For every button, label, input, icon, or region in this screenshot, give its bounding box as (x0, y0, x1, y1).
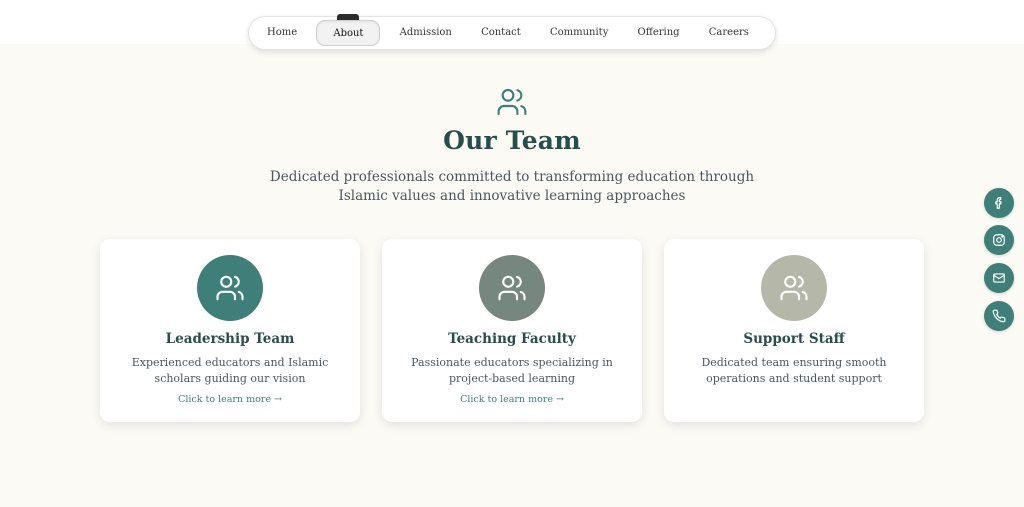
nav-home[interactable]: Home (257, 20, 307, 46)
card-leadership-team[interactable]: Leadership Team Experienced educators an… (100, 239, 360, 422)
card-title: Support Staff (743, 331, 845, 347)
phone-icon (992, 309, 1006, 323)
instagram-icon (993, 234, 1005, 246)
users-icon (498, 275, 526, 301)
card-teaching-faculty[interactable]: Teaching Faculty Passionate educators sp… (382, 239, 642, 422)
facebook-button[interactable] (984, 188, 1014, 218)
learn-more-link[interactable]: Click to learn more → (382, 394, 642, 405)
page-title: Our Team (443, 126, 581, 155)
facebook-icon (995, 197, 1002, 209)
users-icon (497, 88, 527, 116)
card-description: Passionate educators specializing in pro… (411, 356, 613, 385)
instagram-button[interactable] (984, 225, 1014, 255)
card-title: Leadership Team (165, 331, 295, 347)
phone-button[interactable] (984, 301, 1014, 331)
nav-about[interactable]: About (316, 20, 381, 46)
mail-icon (993, 273, 1005, 283)
nav-careers[interactable]: Careers (699, 20, 759, 46)
mail-button[interactable] (984, 263, 1014, 293)
card-description: Experienced educators and Islamic schola… (131, 356, 329, 385)
users-icon (216, 275, 244, 301)
users-icon (780, 275, 808, 301)
card-avatar (197, 255, 263, 321)
nav-community[interactable]: Community (540, 20, 618, 46)
page-subtitle: Dedicated professionals committed to tra… (269, 169, 755, 204)
card-avatar (479, 255, 545, 321)
learn-more-link[interactable]: Click to learn more → (100, 394, 360, 405)
card-description: Dedicated team ensuring smooth operation… (701, 356, 887, 385)
nav-admission[interactable]: Admission (390, 20, 462, 46)
main-nav: Home About Admission Contact Community O… (248, 16, 776, 50)
card-title: Teaching Faculty (448, 331, 576, 347)
nav-contact[interactable]: Contact (471, 20, 531, 46)
card-avatar (761, 255, 827, 321)
card-support-staff[interactable]: Support Staff Dedicated team ensuring sm… (664, 239, 924, 422)
nav-offering[interactable]: Offering (628, 20, 690, 46)
